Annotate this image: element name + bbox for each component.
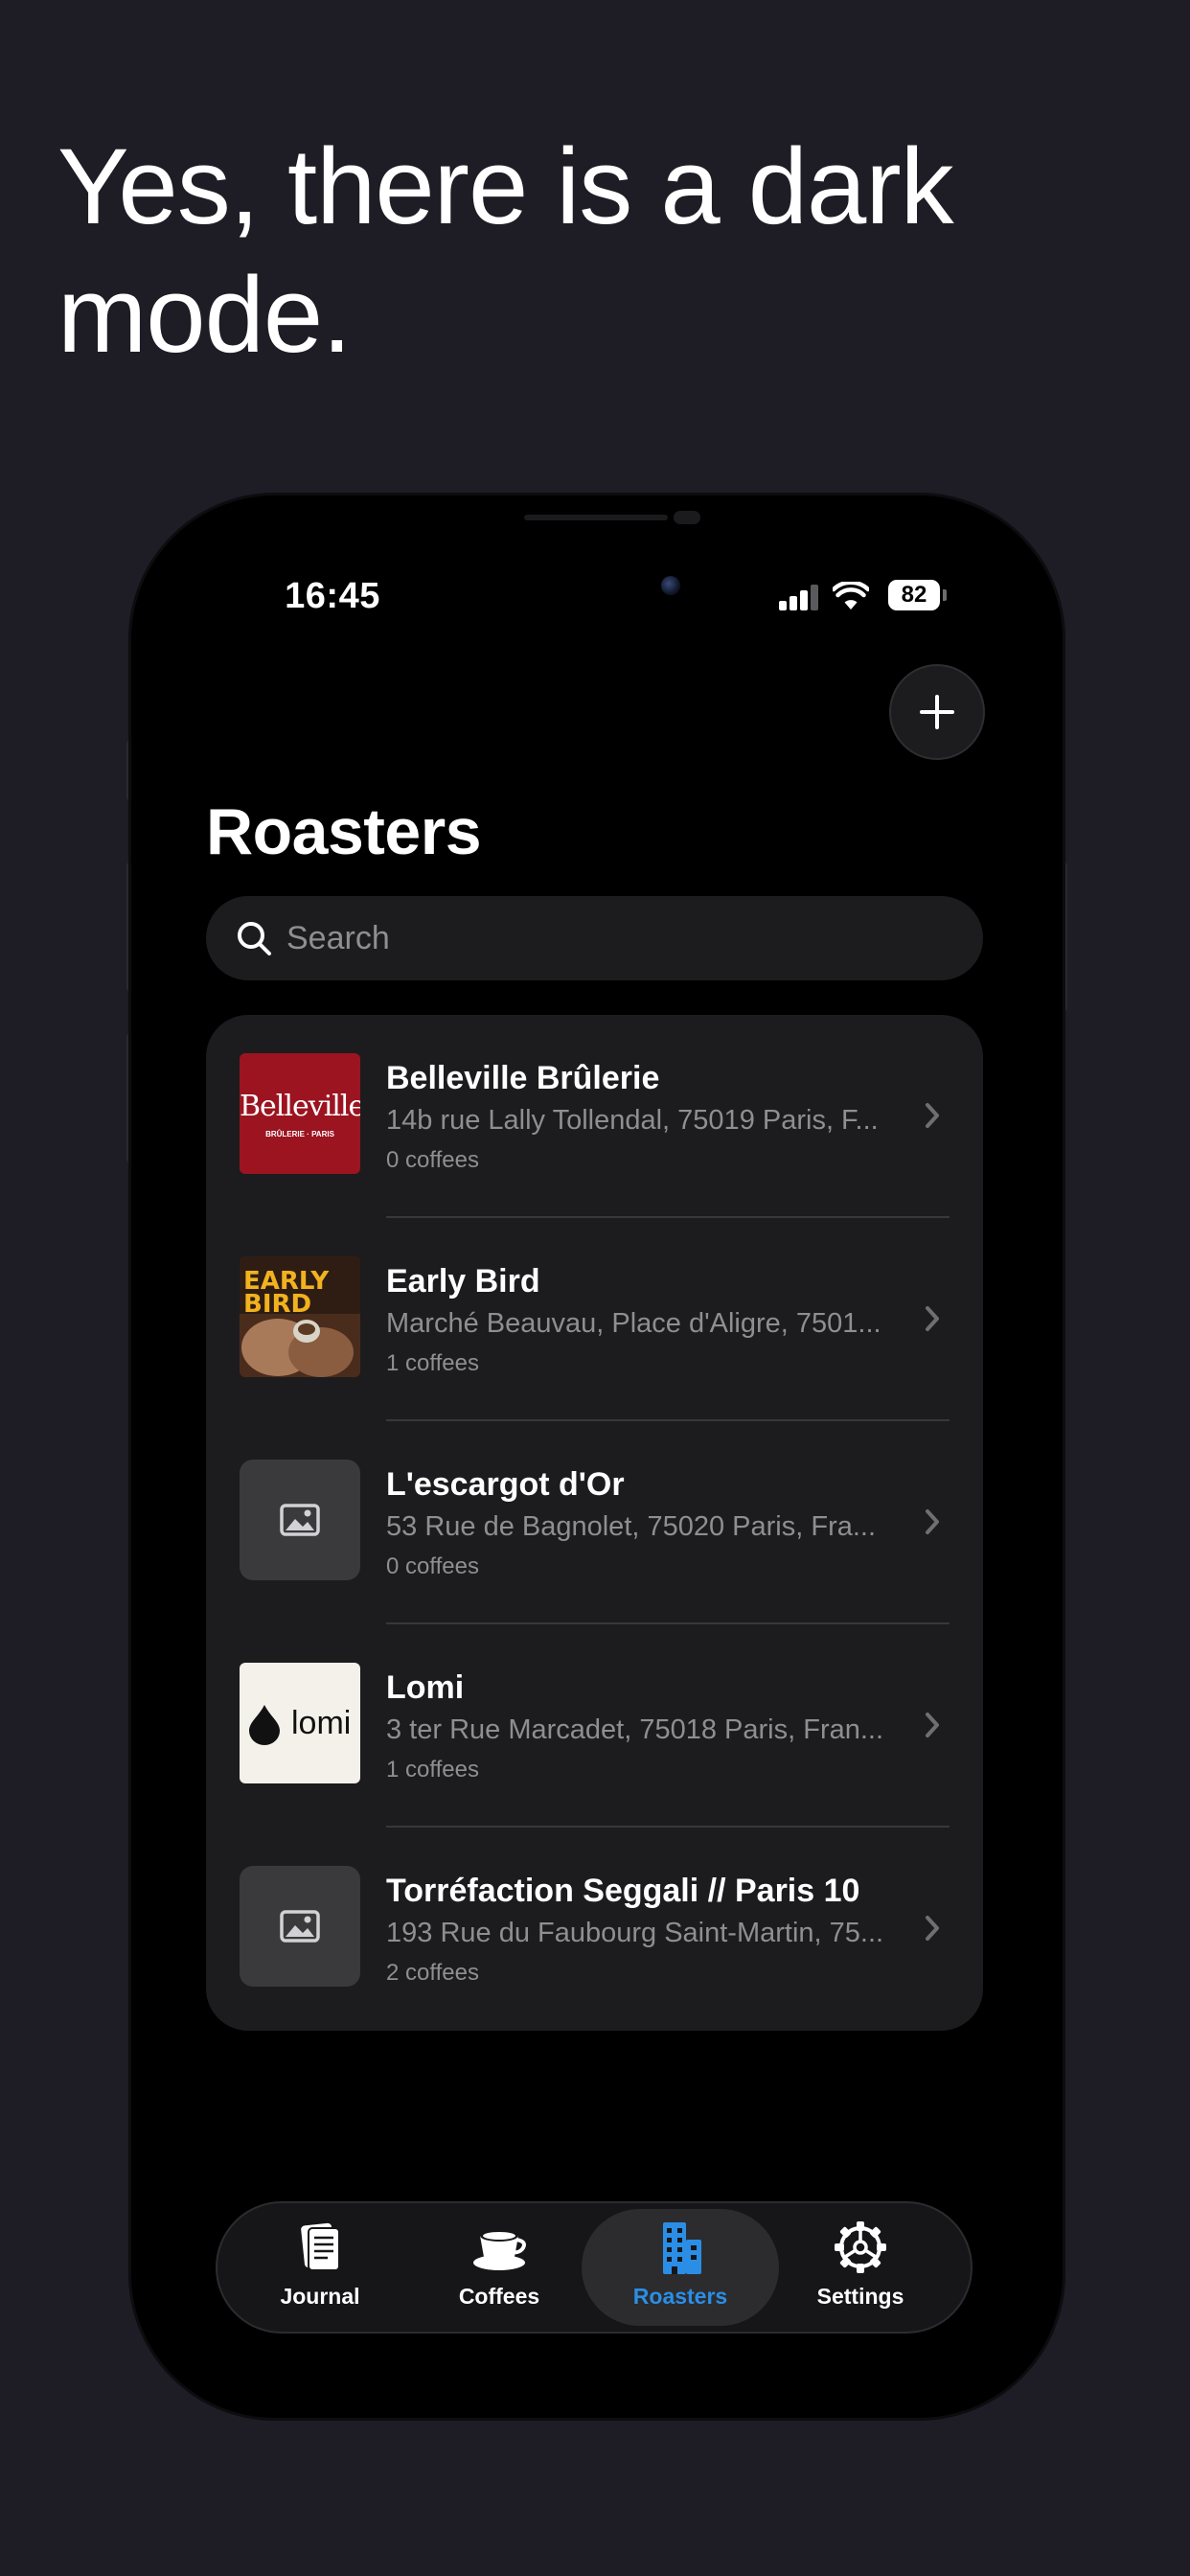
gear-icon [835, 2221, 886, 2273]
tab-coffees[interactable]: Coffees [400, 2209, 598, 2326]
roaster-logo: Belleville BRÛLERIE · PARIS [240, 1053, 360, 1174]
plus-icon [920, 695, 954, 729]
search-bar[interactable] [206, 896, 983, 980]
roaster-coffee-count: 1 coffees [386, 1757, 479, 1782]
roaster-row-lomi[interactable]: lomi Lomi 3 ter Rue Marcadet, 75018 Pari… [206, 1624, 983, 1828]
add-roaster-button[interactable] [889, 664, 985, 760]
tab-journal[interactable]: Journal [221, 2209, 419, 2326]
roaster-name: Belleville Brûlerie [386, 1060, 660, 1096]
logo-subtitle: BRÛLERIE · PARIS [265, 1130, 334, 1138]
wifi-icon [833, 582, 869, 610]
search-input[interactable] [286, 896, 957, 980]
battery-indicator: 82 [888, 580, 940, 610]
tab-roasters[interactable]: Roasters [582, 2209, 779, 2326]
drop-icon [249, 1705, 280, 1745]
roaster-name: Lomi [386, 1669, 465, 1706]
chevron-right-icon [926, 1713, 939, 1737]
roaster-coffee-count: 1 coffees [386, 1350, 479, 1376]
tab-label: Coffees [458, 2284, 540, 2309]
logo-wordmark: EARLY BIRD [243, 1267, 330, 1319]
logo-wordmark: lomi [291, 1705, 352, 1741]
logo-wordmark: Belleville [240, 1090, 360, 1123]
front-camera [661, 576, 680, 595]
chevron-right-icon [926, 1103, 939, 1128]
roaster-logo-placeholder [240, 1866, 360, 1987]
tab-settings[interactable]: Settings [762, 2209, 959, 2326]
tab-bar: Journal Coffees Roasters Settings [216, 2201, 973, 2334]
roaster-address: 193 Rue du Faubourg Saint-Martin, 75... [386, 1918, 884, 1948]
coffee-cup-icon [473, 2230, 526, 2270]
tab-label: Journal [280, 2284, 360, 2309]
roaster-logo-placeholder [240, 1460, 360, 1580]
cellular-signal-icon [779, 584, 821, 610]
roaster-list: Belleville BRÛLERIE · PARIS Belleville B… [206, 1015, 983, 2031]
chevron-right-icon [926, 1306, 939, 1331]
tab-label: Roasters [632, 2284, 728, 2309]
status-time: 16:45 [285, 576, 380, 616]
roaster-row-seggali[interactable]: Torréfaction Seggali // Paris 10 193 Rue… [206, 1828, 983, 2031]
roaster-logo: EARLY BIRD [240, 1256, 360, 1377]
phone-frame: 16:45 82 Roasters Belleville BR [131, 495, 1063, 2418]
roaster-logo: lomi [240, 1663, 360, 1783]
page-title: Roasters [206, 795, 482, 868]
roaster-row-belleville[interactable]: Belleville BRÛLERIE · PARIS Belleville B… [206, 1015, 983, 1218]
building-icon [663, 2222, 701, 2274]
chevron-right-icon [926, 1916, 939, 1941]
roaster-row-escargot[interactable]: L'escargot d'Or 53 Rue de Bagnolet, 7502… [206, 1421, 983, 1624]
roaster-coffee-count: 0 coffees [386, 1553, 479, 1579]
chevron-right-icon [926, 1509, 939, 1534]
roaster-address: 14b rue Lally Tollendal, 75019 Paris, F.… [386, 1105, 879, 1136]
roaster-name: Torréfaction Seggali // Paris 10 [386, 1873, 860, 1909]
roaster-row-early-bird[interactable]: EARLY BIRD Early Bird Marché Beauvau, Pl… [206, 1218, 983, 1421]
roaster-name: Early Bird [386, 1263, 540, 1300]
roaster-address: 53 Rue de Bagnolet, 75020 Paris, Fra... [386, 1511, 877, 1542]
image-placeholder-icon [280, 1910, 320, 1943]
journal-icon [301, 2222, 340, 2271]
earpiece-sensor [674, 511, 700, 524]
battery-tip [943, 589, 947, 601]
image-placeholder-icon [280, 1504, 320, 1536]
search-icon [238, 922, 271, 955]
roaster-address: Marché Beauvau, Place d'Aligre, 7501... [386, 1308, 881, 1339]
roaster-address: 3 ter Rue Marcadet, 75018 Paris, Fran... [386, 1714, 884, 1745]
marketing-headline: Yes, there is a dark mode. [57, 126, 954, 375]
roaster-coffee-count: 0 coffees [386, 1147, 479, 1173]
tab-label: Settings [816, 2284, 904, 2309]
roaster-name: L'escargot d'Or [386, 1466, 625, 1503]
earpiece-speaker [524, 515, 668, 520]
roaster-coffee-count: 2 coffees [386, 1960, 479, 1986]
